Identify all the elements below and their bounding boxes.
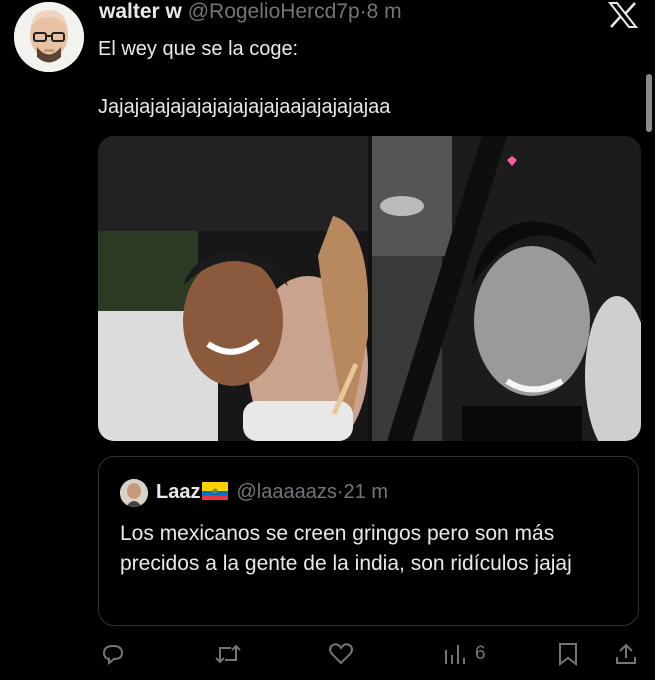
retweet-button[interactable]: [215, 642, 241, 666]
timestamp[interactable]: 8 m: [367, 0, 402, 23]
share-icon: [616, 643, 636, 664]
like-button[interactable]: [328, 642, 354, 666]
avatar-illustration: [14, 2, 84, 72]
tweet-text-line-1: El wey que se la coge:: [98, 38, 299, 60]
bookmark-button[interactable]: [557, 642, 579, 666]
separator: ·: [359, 0, 367, 23]
tweet-text-line-2: Jajajajajajajajajajajajaajajajajajaa: [98, 96, 391, 118]
retweet-icon: [215, 644, 241, 664]
reply-icon: [102, 644, 124, 666]
share-button[interactable]: [614, 642, 638, 666]
quote-handle[interactable]: @laaaaazs: [236, 481, 336, 503]
quoted-tweet[interactable]: Laaz @laaaaazs·21 m Los mexicanos se cree…: [98, 456, 639, 626]
tweet-media[interactable]: [98, 136, 641, 441]
ecuador-flag-icon: [202, 482, 229, 500]
quote-display-name[interactable]: Laaz: [156, 481, 200, 503]
tweet-text: El wey que se la coge: Jajajajajajajajaj…: [98, 36, 390, 120]
tweet-header: walter w @RogelioHercd7p·8 m: [99, 0, 402, 24]
quote-text: Los mexicanos se creen gringos pero son …: [120, 522, 572, 575]
scrollbar[interactable]: [646, 74, 652, 132]
bookmark-icon: [559, 643, 577, 666]
photo-2[interactable]: [372, 136, 641, 441]
action-bar: 6: [0, 638, 655, 678]
user-handle[interactable]: @RogelioHercd7p: [188, 0, 360, 23]
views-button[interactable]: 6: [443, 642, 486, 666]
quote-separator: ·: [336, 481, 344, 503]
heart-icon: [329, 643, 353, 665]
views-icon: [445, 645, 465, 664]
quote-timestamp[interactable]: 21 m: [344, 481, 388, 503]
x-logo-icon: [607, 1, 639, 28]
quote-header: Laaz @laaaaazs·21 m: [156, 481, 388, 504]
reply-button[interactable]: [101, 642, 125, 666]
quote-avatar[interactable]: [120, 479, 148, 507]
avatar[interactable]: [14, 2, 84, 72]
photo-1[interactable]: [98, 136, 369, 441]
views-count: 6: [475, 643, 486, 664]
display-name[interactable]: walter w: [99, 0, 182, 23]
